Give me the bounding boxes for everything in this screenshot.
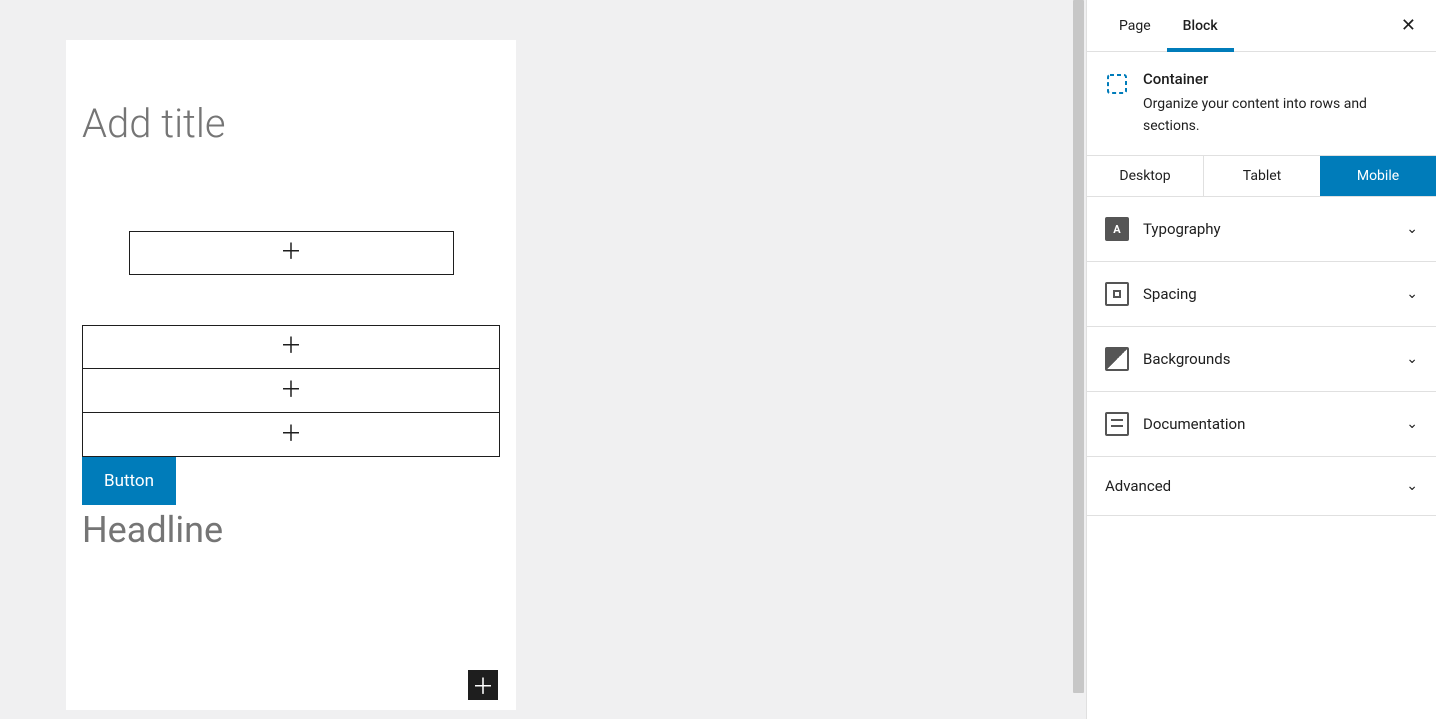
device-tabs: Desktop Tablet Mobile [1087,156,1436,197]
spacing-icon [1105,282,1129,306]
close-icon: ✕ [1401,15,1416,36]
plus-icon: ＋ [280,424,302,446]
panel-label: Documentation [1143,415,1392,433]
container-appender-row-2[interactable]: ＋ [82,369,500,413]
device-tab-mobile[interactable]: Mobile [1320,156,1436,196]
panel-advanced[interactable]: Advanced ⌄ [1087,457,1436,516]
block-description: Organize your content into rows and sect… [1143,94,1418,137]
documentation-icon [1105,412,1129,436]
chevron-down-icon: ⌄ [1406,286,1418,302]
plus-icon: ＋ [280,380,302,402]
container-appender-row-3[interactable]: ＋ [82,413,500,457]
editor-canvas: Add title ＋ ＋ ＋ ＋ Button Headline [66,40,516,710]
scrollbar[interactable]: ▴ [1072,0,1085,719]
plus-icon: ＋ [280,336,302,358]
button-block[interactable]: Button [82,457,176,505]
headline-block[interactable]: Headline [66,505,516,555]
panel-backgrounds[interactable]: Backgrounds ⌄ [1087,327,1436,392]
scrollbar-thumb[interactable] [1073,0,1084,693]
container-icon [1105,72,1129,96]
editor-canvas-area: Add title ＋ ＋ ＋ ＋ Button Headline [0,0,1085,719]
settings-sidebar: Page Block ✕ Container Organize your con… [1086,0,1436,719]
chevron-down-icon: ⌄ [1406,351,1418,367]
panel-label: Backgrounds [1143,350,1392,368]
panel-label: Spacing [1143,285,1392,303]
blocks-area: ＋ ＋ ＋ ＋ Button [66,231,516,505]
device-tab-tablet[interactable]: Tablet [1204,156,1320,196]
panel-spacing[interactable]: Spacing ⌄ [1087,262,1436,327]
grid-block: ＋ ＋ ＋ [82,325,500,457]
plus-icon: ＋ [472,669,494,701]
plus-icon: ＋ [280,242,302,264]
settings-tabs: Page Block ✕ [1087,0,1436,52]
panel-label: Typography [1143,220,1392,238]
backgrounds-icon [1105,347,1129,371]
container-appender-single[interactable]: ＋ [129,231,454,275]
panel-documentation[interactable]: Documentation ⌄ [1087,392,1436,457]
title-input[interactable]: Add title [66,100,516,187]
chevron-down-icon: ⌄ [1406,478,1418,494]
chevron-down-icon: ⌄ [1406,221,1418,237]
close-settings-button[interactable]: ✕ [1401,15,1416,36]
panel-typography[interactable]: A Typography ⌄ [1087,197,1436,262]
tab-page[interactable]: Page [1103,0,1167,52]
add-block-button[interactable]: ＋ [468,670,498,700]
typography-icon: A [1105,217,1129,241]
chevron-down-icon: ⌄ [1406,416,1418,432]
block-name: Container [1143,70,1418,88]
device-tab-desktop[interactable]: Desktop [1087,156,1203,196]
panel-label: Advanced [1105,477,1406,495]
block-info: Container Organize your content into row… [1087,52,1436,156]
tab-block[interactable]: Block [1167,0,1234,52]
container-appender-row-1[interactable]: ＋ [82,325,500,369]
